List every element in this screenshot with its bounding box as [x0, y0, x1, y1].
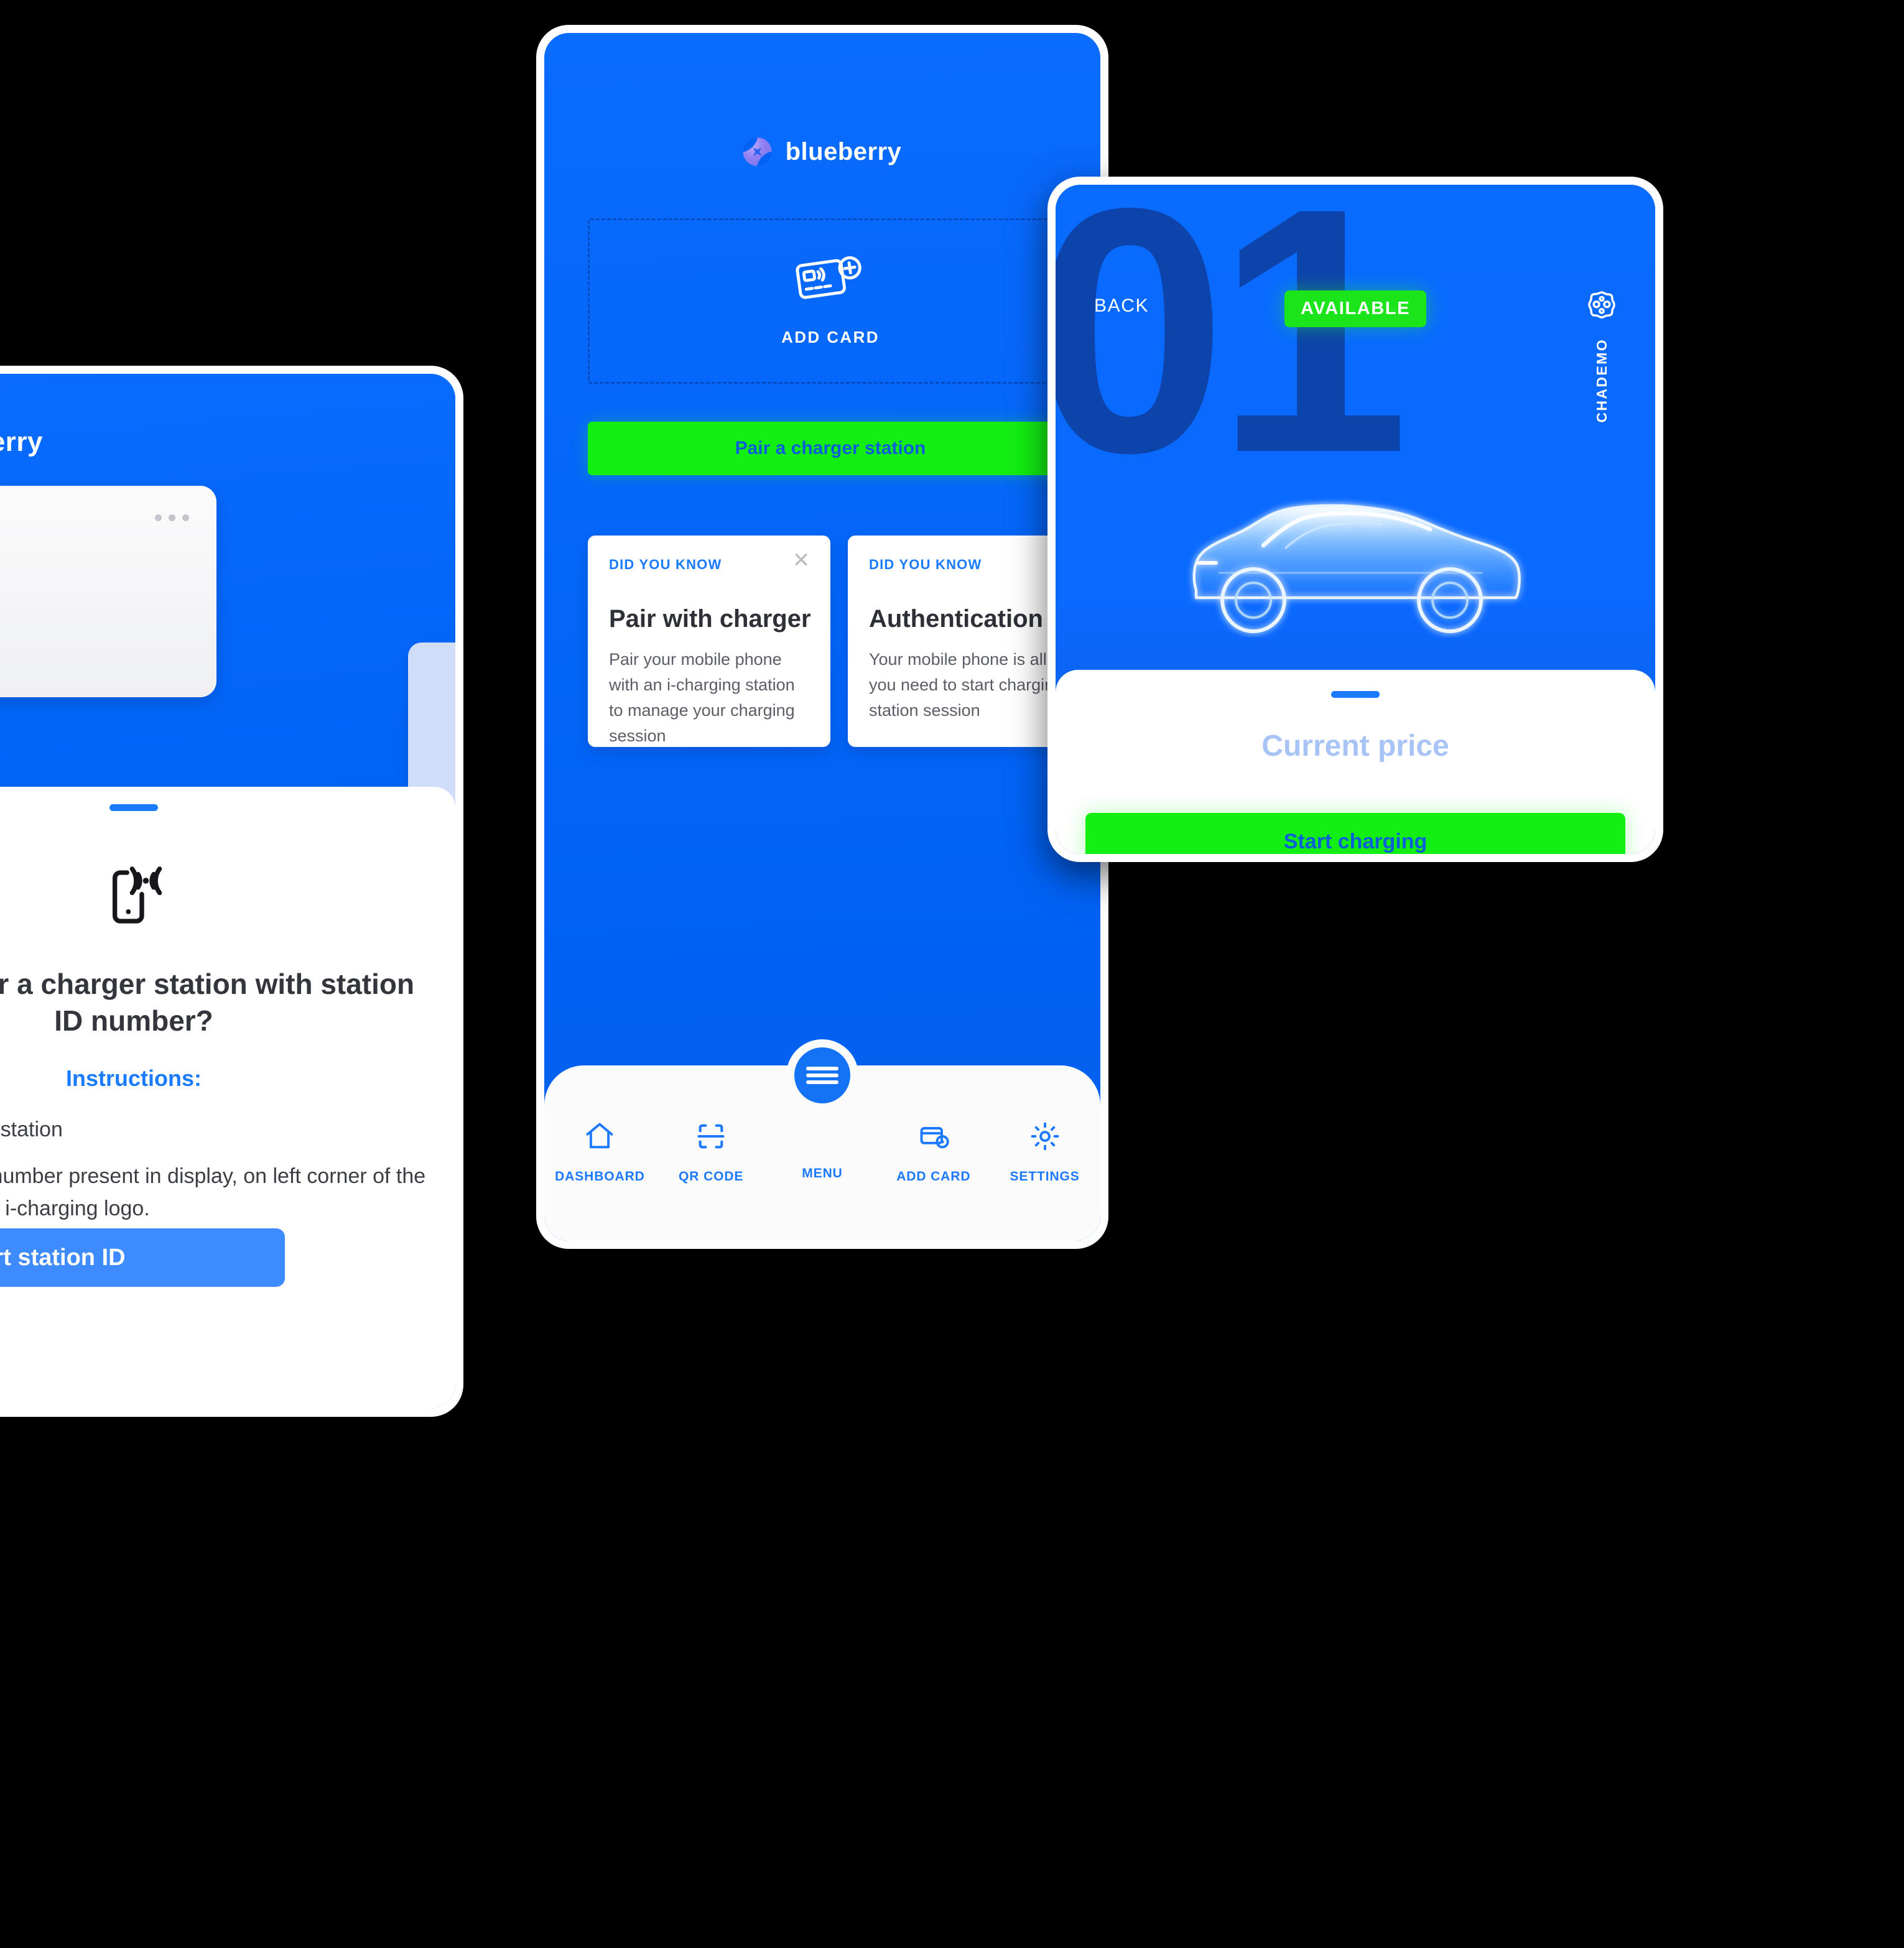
tab-add-card[interactable]: ADD CARD: [878, 1120, 989, 1184]
list-item: Insert station ID number present in disp…: [0, 1164, 426, 1221]
pair-charger-station-button[interactable]: Pair a charger station: [588, 422, 1073, 475]
brand-name: blueberry: [785, 137, 902, 165]
middle-phone-frame: blueberry ADD CARD Pair a charger statio…: [536, 25, 1108, 1249]
card-title: Pair with charger: [609, 605, 811, 633]
phone-nfc-pair-icon: [101, 865, 166, 932]
did-you-know-carousel[interactable]: DID YOU KNOW ✕ Pair with charger Pair yo…: [588, 536, 1090, 747]
sheet-grabber-handle[interactable]: [1331, 691, 1380, 698]
middle-phone-screen: blueberry ADD CARD Pair a charger statio…: [544, 33, 1100, 1241]
add-card-icon: [917, 1120, 950, 1156]
left-brand-logo: blueberry: [0, 426, 43, 458]
mockup-stage: blueberry i-charging: [0, 0, 1904, 1948]
connector-type-indicator: CHADEMO: [1584, 289, 1619, 423]
chademo-connector-icon: [1584, 289, 1619, 327]
instructions-subheading: Instructions:: [65, 1065, 202, 1091]
menu-fab-button[interactable]: [786, 1039, 858, 1111]
left-bottom-sheet: How to pair a charger station with stati…: [0, 787, 455, 1409]
tab-qr-code[interactable]: QR CODE: [656, 1120, 767, 1184]
gear-icon: [1029, 1120, 1061, 1156]
card-kicker: DID YOU KNOW: [609, 557, 722, 572]
tab-items-row: DASHBOARD QR CODE MENU ADD CARD SETTINGS: [544, 1120, 1100, 1184]
right-phone-screen: 01 BACK AVAILABLE CHADEMO Current price …: [1056, 185, 1655, 854]
tab-menu[interactable]: MENU: [767, 1120, 878, 1184]
pair-instructions-heading: How to pair a charger station with stati…: [0, 968, 415, 1037]
right-bottom-sheet: Current price Start charging: [1056, 670, 1655, 854]
status-badge: AVAILABLE: [1284, 290, 1427, 327]
left-phone-frame: blueberry i-charging: [0, 366, 463, 1417]
card-title: Authentication: [869, 605, 1043, 633]
card-body: Pair your mobile phone with an i-chargin…: [609, 650, 795, 746]
sheet-grabber-handle[interactable]: [109, 804, 158, 811]
station-card[interactable]: i-charging: [0, 486, 216, 697]
brand-name: blueberry: [0, 427, 44, 457]
back-button[interactable]: BACK: [1094, 295, 1149, 317]
qr-scan-icon: [695, 1120, 727, 1156]
did-you-know-card[interactable]: DID YOU KNOW ✕ Pair with charger Pair yo…: [588, 536, 830, 747]
close-icon[interactable]: ✕: [791, 550, 812, 572]
start-charging-button[interactable]: Start charging: [1085, 813, 1625, 854]
add-card-icon: [796, 255, 865, 312]
blueberry-logo-icon: [743, 137, 772, 166]
tab-label: SETTINGS: [1010, 1169, 1080, 1184]
right-phone-frame: 01 BACK AVAILABLE CHADEMO Current price …: [1047, 177, 1663, 862]
card-kicker: DID YOU KNOW: [869, 557, 982, 572]
tab-label: DASHBOARD: [555, 1169, 645, 1184]
tab-label: ADD CARD: [896, 1169, 971, 1184]
tab-settings[interactable]: SETTINGS: [989, 1120, 1100, 1184]
left-phone-screen: blueberry i-charging: [0, 374, 455, 1409]
logo-star-shape: [748, 143, 766, 160]
electric-suv-icon: [1181, 476, 1530, 641]
tab-label: QR CODE: [679, 1169, 744, 1184]
hamburger-menu-icon: [806, 1064, 838, 1087]
middle-brand-logo: blueberry: [743, 137, 902, 166]
bottom-tab-bar: DASHBOARD QR CODE MENU ADD CARD SETTINGS: [544, 1039, 1100, 1241]
card-body: Your mobile phone is all you need to sta…: [869, 650, 1064, 720]
insert-station-id-button[interactable]: Insert station ID: [0, 1228, 285, 1287]
list-item: Find a i-charging station: [0, 1117, 63, 1141]
tab-label: MENU: [802, 1166, 843, 1180]
instruction-steps-list: Find a i-charging station Insert station…: [0, 1114, 455, 1225]
connector-label: CHADEMO: [1593, 338, 1610, 423]
more-options-icon[interactable]: [155, 514, 189, 521]
tab-dashboard[interactable]: DASHBOARD: [544, 1120, 656, 1184]
current-price-label: Current price: [1261, 730, 1449, 763]
add-card-dropzone[interactable]: ADD CARD: [588, 218, 1073, 384]
home-icon: [583, 1120, 616, 1156]
add-card-label: ADD CARD: [781, 328, 880, 346]
